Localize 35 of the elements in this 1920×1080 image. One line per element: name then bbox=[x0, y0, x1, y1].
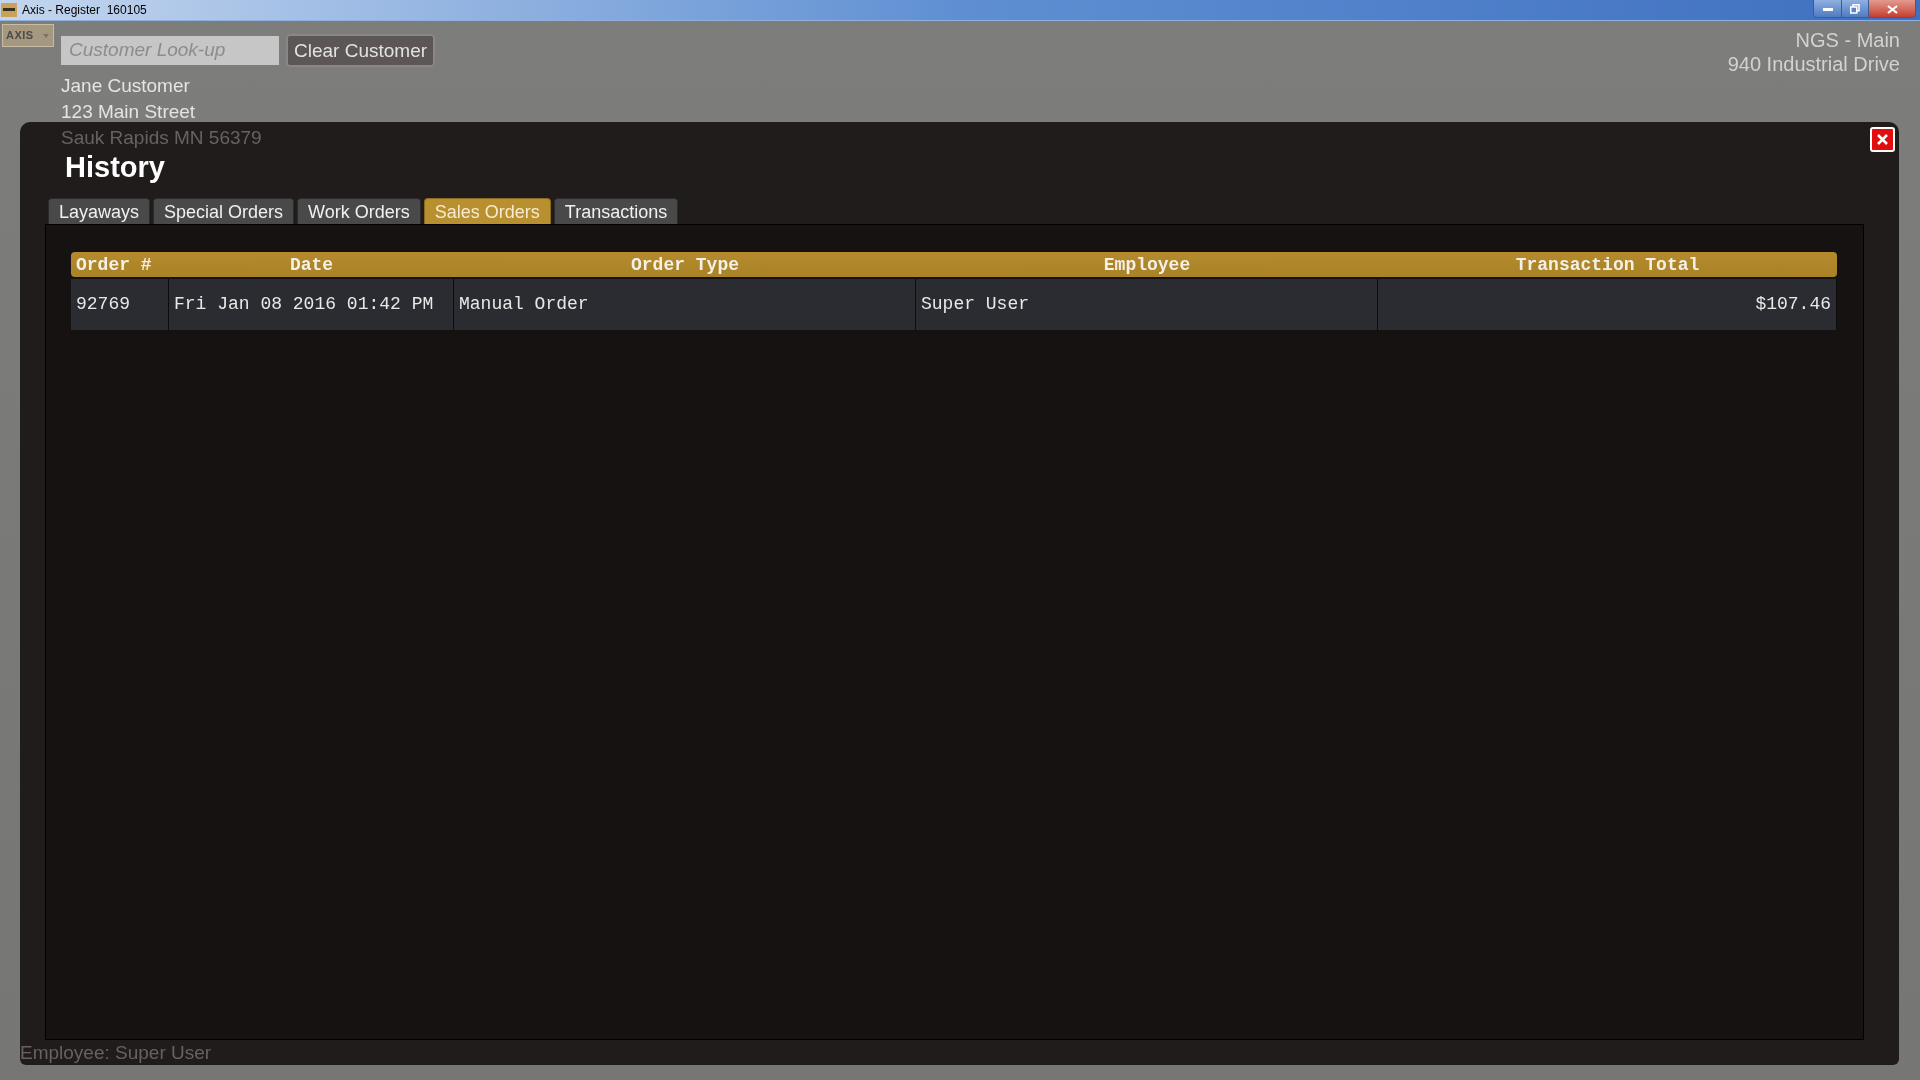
customer-street: 123 Main Street bbox=[61, 100, 196, 124]
employee-status: Employee: Super User bbox=[20, 1043, 212, 1062]
store-address: 940 Industrial Drive bbox=[1727, 52, 1900, 76]
history-tab[interactable]: Layaways bbox=[48, 198, 151, 224]
customer-search-field[interactable]: Customer Look-up bbox=[61, 35, 279, 65]
close-icon bbox=[1886, 4, 1898, 14]
caret-icon bbox=[43, 33, 49, 38]
customer-name: Jane Customer bbox=[61, 74, 190, 98]
table-cell: Fri Jan 08 2016 01:42 PM bbox=[169, 279, 454, 330]
store-name: NGS - Main bbox=[1795, 28, 1900, 52]
order-row[interactable]: 92769 Fri Jan 08 2016 01:42 PM Manual Order Super User $107.46 bbox=[71, 279, 1837, 330]
minimize-button[interactable] bbox=[1814, 0, 1842, 17]
column-header: Order Type bbox=[631, 255, 739, 274]
minimize-icon bbox=[1822, 7, 1833, 11]
column-header: Date bbox=[289, 255, 334, 274]
table-cell: Super User bbox=[916, 279, 1378, 330]
history-tab[interactable]: Special Orders bbox=[153, 198, 295, 224]
history-tab[interactable]: Work Orders bbox=[297, 198, 421, 224]
column-header: Employee bbox=[1103, 255, 1191, 274]
restore-button[interactable] bbox=[1842, 0, 1869, 17]
table-cell: Manual Order bbox=[454, 279, 916, 330]
column-header: Transaction Total bbox=[1515, 255, 1700, 274]
dialog-title: History bbox=[65, 150, 165, 184]
close-button[interactable] bbox=[1870, 127, 1895, 152]
customer-city-line: Sauk Rapids MN 56379 bbox=[61, 126, 262, 150]
table-cell: $107.46 bbox=[1378, 279, 1837, 330]
close-window-button[interactable] bbox=[1869, 0, 1915, 17]
close-icon bbox=[1877, 134, 1888, 145]
app-logo-icon bbox=[1, 3, 17, 17]
restore-icon bbox=[1850, 4, 1860, 14]
history-tab[interactable]: Transactions bbox=[553, 198, 679, 224]
table-cell: 92769 bbox=[71, 279, 169, 330]
column-header: Order # bbox=[76, 255, 152, 274]
clear-customer-button[interactable]: Clear Customer bbox=[286, 33, 436, 67]
window-title: Axis - Register 160105 bbox=[22, 2, 147, 19]
